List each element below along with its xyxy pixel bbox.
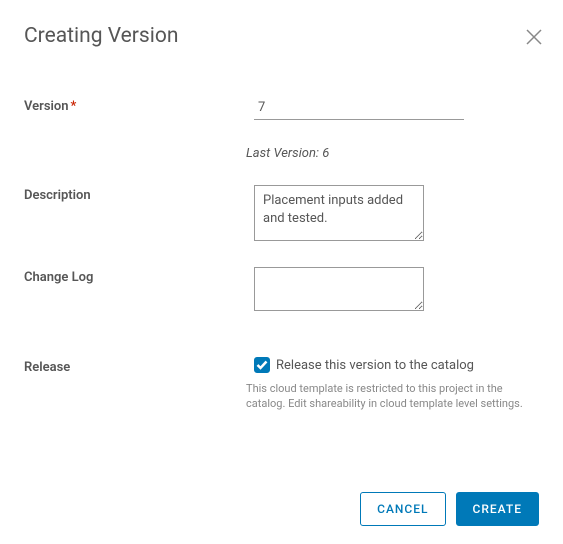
description-input[interactable] bbox=[254, 185, 424, 241]
changelog-field-wrap bbox=[254, 267, 539, 315]
release-checkbox[interactable] bbox=[254, 357, 270, 373]
create-version-dialog: Creating Version Version* Last Version: … bbox=[0, 0, 563, 436]
release-label: Release bbox=[24, 357, 254, 375]
version-input[interactable] bbox=[254, 98, 464, 120]
dialog-header: Creating Version bbox=[24, 24, 539, 48]
release-checkbox-wrap[interactable]: Release this version to the catalog bbox=[254, 357, 539, 373]
version-field-wrap bbox=[254, 96, 539, 120]
create-button[interactable]: CREATE bbox=[456, 492, 539, 526]
release-field-wrap: Release this version to the catalog bbox=[254, 357, 539, 373]
release-restriction-text: This cloud template is restricted to thi… bbox=[246, 381, 526, 412]
dialog-title: Creating Version bbox=[24, 24, 178, 48]
changelog-label: Change Log bbox=[24, 267, 254, 285]
last-version-text: Last Version: 6 bbox=[246, 146, 329, 161]
description-label: Description bbox=[24, 185, 254, 203]
description-row: Description bbox=[24, 185, 539, 245]
cancel-button[interactable]: CANCEL bbox=[360, 492, 445, 526]
required-indicator: * bbox=[71, 99, 77, 114]
close-icon[interactable] bbox=[525, 28, 543, 46]
changelog-input[interactable] bbox=[254, 267, 424, 311]
version-row: Version* bbox=[24, 96, 539, 120]
last-version-row: Last Version: 6 bbox=[24, 146, 539, 161]
dialog-footer: CANCEL CREATE bbox=[360, 492, 539, 526]
description-field-wrap bbox=[254, 185, 539, 245]
release-restriction-row: This cloud template is restricted to thi… bbox=[24, 381, 539, 412]
version-label-text: Version bbox=[24, 99, 69, 114]
version-label: Version* bbox=[24, 96, 254, 114]
release-row: Release Release this version to the cata… bbox=[24, 357, 539, 375]
release-checkbox-label[interactable]: Release this version to the catalog bbox=[276, 358, 474, 373]
changelog-row: Change Log bbox=[24, 267, 539, 315]
